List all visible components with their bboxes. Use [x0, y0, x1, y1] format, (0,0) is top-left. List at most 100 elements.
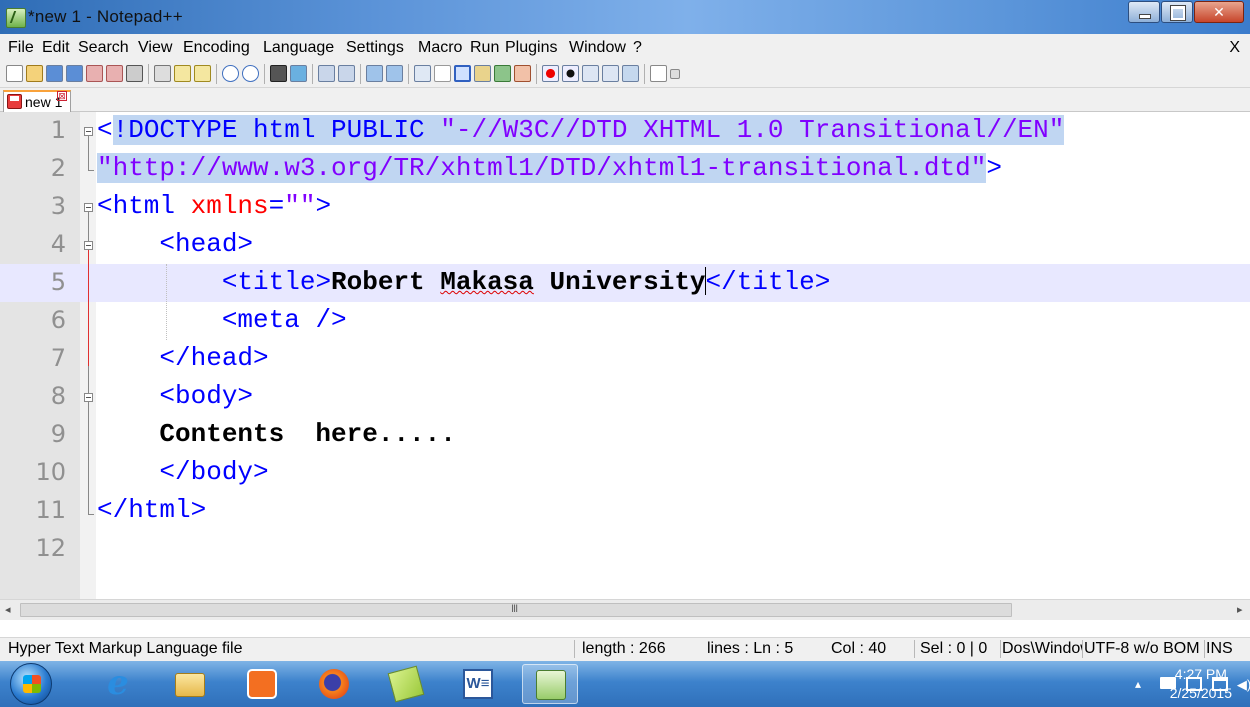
close-icon: ✕: [1213, 4, 1225, 20]
line-code: </body>: [159, 457, 269, 487]
taskbar-notepad-plus-plus[interactable]: [522, 664, 578, 704]
menu-search[interactable]: Search: [78, 39, 129, 57]
start-button[interactable]: [10, 663, 52, 705]
line-number: 2: [50, 154, 66, 182]
spell-check-icon[interactable]: [650, 65, 667, 82]
toolbar-separator: [408, 64, 409, 84]
save-macro-icon[interactable]: [622, 65, 639, 82]
menu-plugins[interactable]: Plugins: [505, 39, 557, 57]
taskbar-media-player[interactable]: [234, 664, 290, 704]
zoom-out-icon[interactable]: [338, 65, 355, 82]
taskbar-word[interactable]: W≡: [450, 664, 506, 704]
menu-settings[interactable]: Settings: [346, 39, 404, 57]
user-language-icon[interactable]: [474, 65, 491, 82]
taskbar-firefox[interactable]: [306, 664, 362, 704]
copy-icon[interactable]: [174, 65, 191, 82]
menu-encoding[interactable]: Encoding: [183, 39, 250, 57]
code-editor[interactable]: 1 <!DOCTYPE html PUBLIC "-//W3C//DTD XHT…: [0, 112, 1250, 599]
print-icon[interactable]: [126, 65, 143, 82]
save-all-icon[interactable]: [66, 65, 83, 82]
tab-new-1[interactable]: new 1 ⊠: [3, 90, 71, 112]
internet-explorer-icon: e: [107, 663, 129, 703]
indent-guide-icon[interactable]: [454, 65, 471, 82]
taskbar-sticky-notes[interactable]: [378, 664, 434, 704]
maximize-button[interactable]: [1161, 1, 1193, 23]
status-length: length : 266: [582, 640, 666, 657]
line-number: 3: [50, 192, 66, 220]
line-number: 10: [35, 458, 66, 486]
function-list-icon[interactable]: [514, 65, 531, 82]
fold-toggle-icon[interactable]: [84, 393, 93, 402]
cut-icon[interactable]: [154, 65, 171, 82]
word-wrap-icon[interactable]: [414, 65, 431, 82]
fold-line: [88, 136, 89, 170]
menu-file[interactable]: File: [8, 39, 34, 57]
line-number: 7: [50, 344, 66, 372]
folder-icon: [175, 673, 205, 697]
menu-edit[interactable]: Edit: [42, 39, 70, 57]
tab-bar: new 1 ⊠: [0, 88, 1250, 112]
show-all-characters-icon[interactable]: [434, 65, 451, 82]
run-macro-multiple-icon[interactable]: [602, 65, 619, 82]
word-icon: W≡: [463, 669, 493, 699]
tab-close-icon[interactable]: ⊠: [57, 91, 67, 101]
sync-vertical-icon[interactable]: [366, 65, 383, 82]
menu-macro[interactable]: Macro: [418, 39, 462, 57]
window-title: *new 1 - Notepad++: [28, 7, 183, 26]
toolbar: [0, 60, 1250, 88]
taskbar: e W≡ ▴ ◀) 4:27 PM 2/25/2015: [0, 661, 1250, 707]
taskbar-clock[interactable]: 4:27 PM 2/25/2015: [1170, 665, 1232, 703]
taskbar-internet-explorer[interactable]: e: [90, 664, 146, 704]
notepad-app-icon[interactable]: [6, 8, 26, 28]
close-file-icon[interactable]: [86, 65, 103, 82]
line-code: <meta />: [221, 305, 347, 335]
fold-end: [88, 514, 94, 515]
sync-horizontal-icon[interactable]: [386, 65, 403, 82]
editor-line: 1 <!DOCTYPE html PUBLIC "-//W3C//DTD XHT…: [0, 112, 1250, 150]
close-window-button[interactable]: ✕: [1194, 1, 1244, 23]
close-all-icon[interactable]: [106, 65, 123, 82]
status-selection: Sel : 0 | 0: [920, 640, 988, 657]
find-icon[interactable]: [270, 65, 287, 82]
line-code: </html>: [97, 495, 207, 525]
menu-window[interactable]: Window: [569, 39, 626, 57]
zoom-in-icon[interactable]: [318, 65, 335, 82]
status-lines: lines : Ln : 5: [707, 640, 794, 657]
volume-icon[interactable]: ◀): [1236, 677, 1250, 692]
close-document-button[interactable]: X: [1229, 39, 1240, 57]
replace-icon[interactable]: [290, 65, 307, 82]
menu-help[interactable]: ?: [633, 39, 642, 57]
scroll-left-icon[interactable]: ◂: [5, 603, 11, 616]
editor-line: 12: [0, 530, 1250, 568]
fold-line-active: [88, 250, 89, 366]
menu-language[interactable]: Language: [263, 39, 334, 57]
play-macro-icon[interactable]: [582, 65, 599, 82]
paste-icon[interactable]: [194, 65, 211, 82]
editor-line: 2 "http://www.w3.org/TR/xhtml1/DTD/xhtml…: [0, 150, 1250, 188]
scroll-right-icon[interactable]: ▸: [1237, 603, 1243, 616]
fold-toggle-icon[interactable]: [84, 241, 93, 250]
status-col: Col : 40: [831, 640, 887, 657]
line-number: 11: [35, 496, 66, 524]
save-icon[interactable]: [46, 65, 63, 82]
undo-icon[interactable]: [222, 65, 239, 82]
fold-toggle-icon[interactable]: [84, 203, 93, 212]
menu-run[interactable]: Run: [470, 39, 499, 57]
status-divider: [914, 640, 915, 658]
horizontal-scrollbar[interactable]: ◂ III ▸: [0, 599, 1250, 620]
fold-toggle-icon[interactable]: [84, 127, 93, 136]
redo-icon[interactable]: [242, 65, 259, 82]
open-file-icon[interactable]: [26, 65, 43, 82]
new-file-icon[interactable]: [6, 65, 23, 82]
minimize-button[interactable]: [1128, 1, 1160, 23]
show-hidden-icons-icon[interactable]: ▴: [1130, 677, 1146, 691]
toolbar-extra-icon[interactable]: [670, 69, 680, 79]
menu-view[interactable]: View: [138, 39, 172, 57]
stop-macro-icon[interactable]: [562, 65, 579, 82]
taskbar-file-explorer[interactable]: [162, 664, 218, 704]
toolbar-separator: [536, 64, 537, 84]
unsaved-file-icon: [7, 94, 22, 109]
scrollbar-thumb[interactable]: III: [20, 603, 1012, 617]
document-map-icon[interactable]: [494, 65, 511, 82]
record-macro-icon[interactable]: [542, 65, 559, 82]
